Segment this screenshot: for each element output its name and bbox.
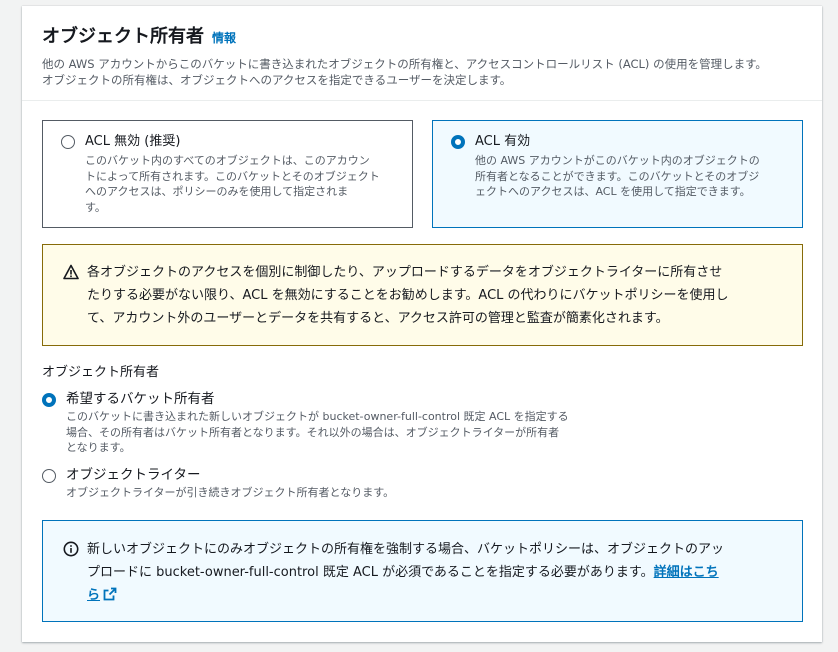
external-link-icon[interactable] [103,586,117,609]
learn-more-link[interactable]: 詳細はこち [654,565,719,580]
learn-more-link-continued[interactable]: ら [87,588,100,603]
panel-header: オブジェクト所有者 情報 他の AWS アカウントからこのバケットに書き込まれた… [22,6,822,101]
page-title: オブジェクト所有者 [42,26,204,47]
acl-warning-alert: 各オブジェクトのアクセスを個別に制御したり、アップロードするデータをオブジェクト… [42,244,803,346]
object-ownership-panel: オブジェクト所有者 情報 他の AWS アカウントからこのバケットに書き込まれた… [22,6,822,642]
bucket-owner-preferred-label: 希望するバケット所有者 [66,391,215,407]
acl-disabled-description: このバケット内のすべてのオブジェクトは、このアカウン トによって所有されます。こ… [85,154,380,214]
option-bucket-owner-preferred[interactable]: 希望するバケット所有者 このバケットに書き込まれた新しいオブジェクトが buck… [42,390,802,456]
option-object-writer[interactable]: オブジェクトライター オブジェクトライターが引き続きオブジェクト所有者となります… [42,466,802,501]
object-writer-description: オブジェクトライターが引き続きオブジェクト所有者となります。 [66,485,395,499]
header-description: 他の AWS アカウントからこのバケットに書き込まれたオブジェクトの所有権と、ア… [42,57,767,87]
acl-enabled-tile[interactable]: ACL 有効 他の AWS アカウントがこのバケット内のオブジェクトの 所有者と… [432,120,803,228]
object-owner-section: オブジェクト所有者 希望するバケット所有者 このバケットに書き込まれた新しいオブ… [42,364,802,500]
bucket-policy-info-alert: 新しいオブジェクトにのみオブジェクトの所有権を強制する場合、バケットポリシーは、… [42,520,803,622]
acl-disabled-tile[interactable]: ACL 無効 (推奨) このバケット内のすべてのオブジェクトは、このアカウン ト… [42,120,413,228]
object-owner-label: オブジェクト所有者 [42,365,160,380]
info-text: 新しいオブジェクトにのみオブジェクトの所有権を強制する場合、バケットポリシーは、… [87,538,724,621]
acl-enabled-radio[interactable] [451,135,465,149]
warning-triangle-icon [63,264,79,345]
acl-enabled-description: 他の AWS アカウントがこのバケット内のオブジェクトの 所有者となることができ… [475,154,760,198]
bucket-owner-preferred-radio[interactable] [42,393,56,407]
acl-disabled-radio[interactable] [61,135,75,149]
object-writer-radio[interactable] [42,468,56,483]
acl-enabled-label: ACL 有効 [475,134,531,149]
warning-text: 各オブジェクトのアクセスを個別に制御したり、アップロードするデータをオブジェクト… [87,265,729,326]
info-circle-icon [63,541,79,621]
acl-disabled-label: ACL 無効 (推奨) [85,134,181,149]
bucket-owner-preferred-description: このバケットに書き込まれた新しいオブジェクトが bucket-owner-ful… [66,410,569,454]
info-link[interactable]: 情報 [212,29,236,46]
object-writer-label: オブジェクトライター [66,466,201,483]
